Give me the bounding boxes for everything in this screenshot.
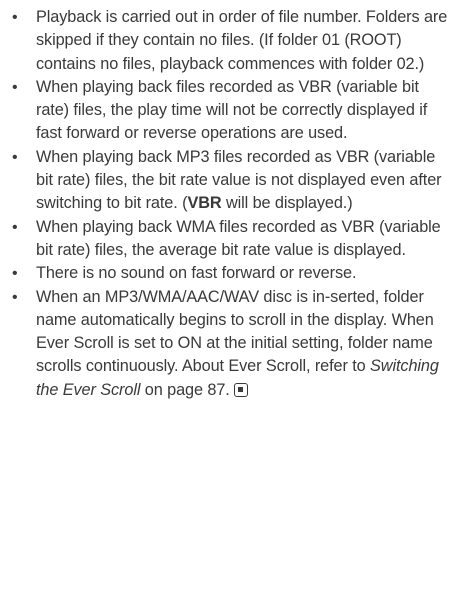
note-text: When playing back files recorded as VBR … xyxy=(36,77,428,143)
list-item: • When playing back WMA files recorded a… xyxy=(4,216,456,263)
note-text-end: on page 87. xyxy=(140,380,230,399)
bullet: • xyxy=(12,218,18,236)
list-item: • When playing back MP3 files recorded a… xyxy=(4,146,456,216)
bullet: • xyxy=(12,148,18,166)
list-item: • There is no sound on fast forward or r… xyxy=(4,262,456,285)
note-bold-term: VBR xyxy=(187,194,222,213)
list-item: • When playing back files recorded as VB… xyxy=(4,76,456,146)
notes-list: • Playback is carried out in order of fi… xyxy=(4,6,456,402)
bullet: • xyxy=(12,78,18,96)
bullet: • xyxy=(12,288,18,306)
manual-page: • Playback is carried out in order of fi… xyxy=(0,0,460,614)
note-text: There is no sound on fast forward or rev… xyxy=(36,264,357,283)
end-of-section-icon xyxy=(233,382,248,397)
note-text: When playing back WMA files recorded as … xyxy=(36,217,441,259)
note-text: Playback is carried out in order of file… xyxy=(36,8,448,73)
list-item: • When an MP3/WMA/AAC/WAV disc is in-ser… xyxy=(4,286,456,402)
list-item: • Playback is carried out in order of fi… xyxy=(4,6,456,76)
bullet: • xyxy=(12,9,18,26)
bullet: • xyxy=(12,265,18,283)
note-text-end: will be displayed.) xyxy=(221,194,353,213)
